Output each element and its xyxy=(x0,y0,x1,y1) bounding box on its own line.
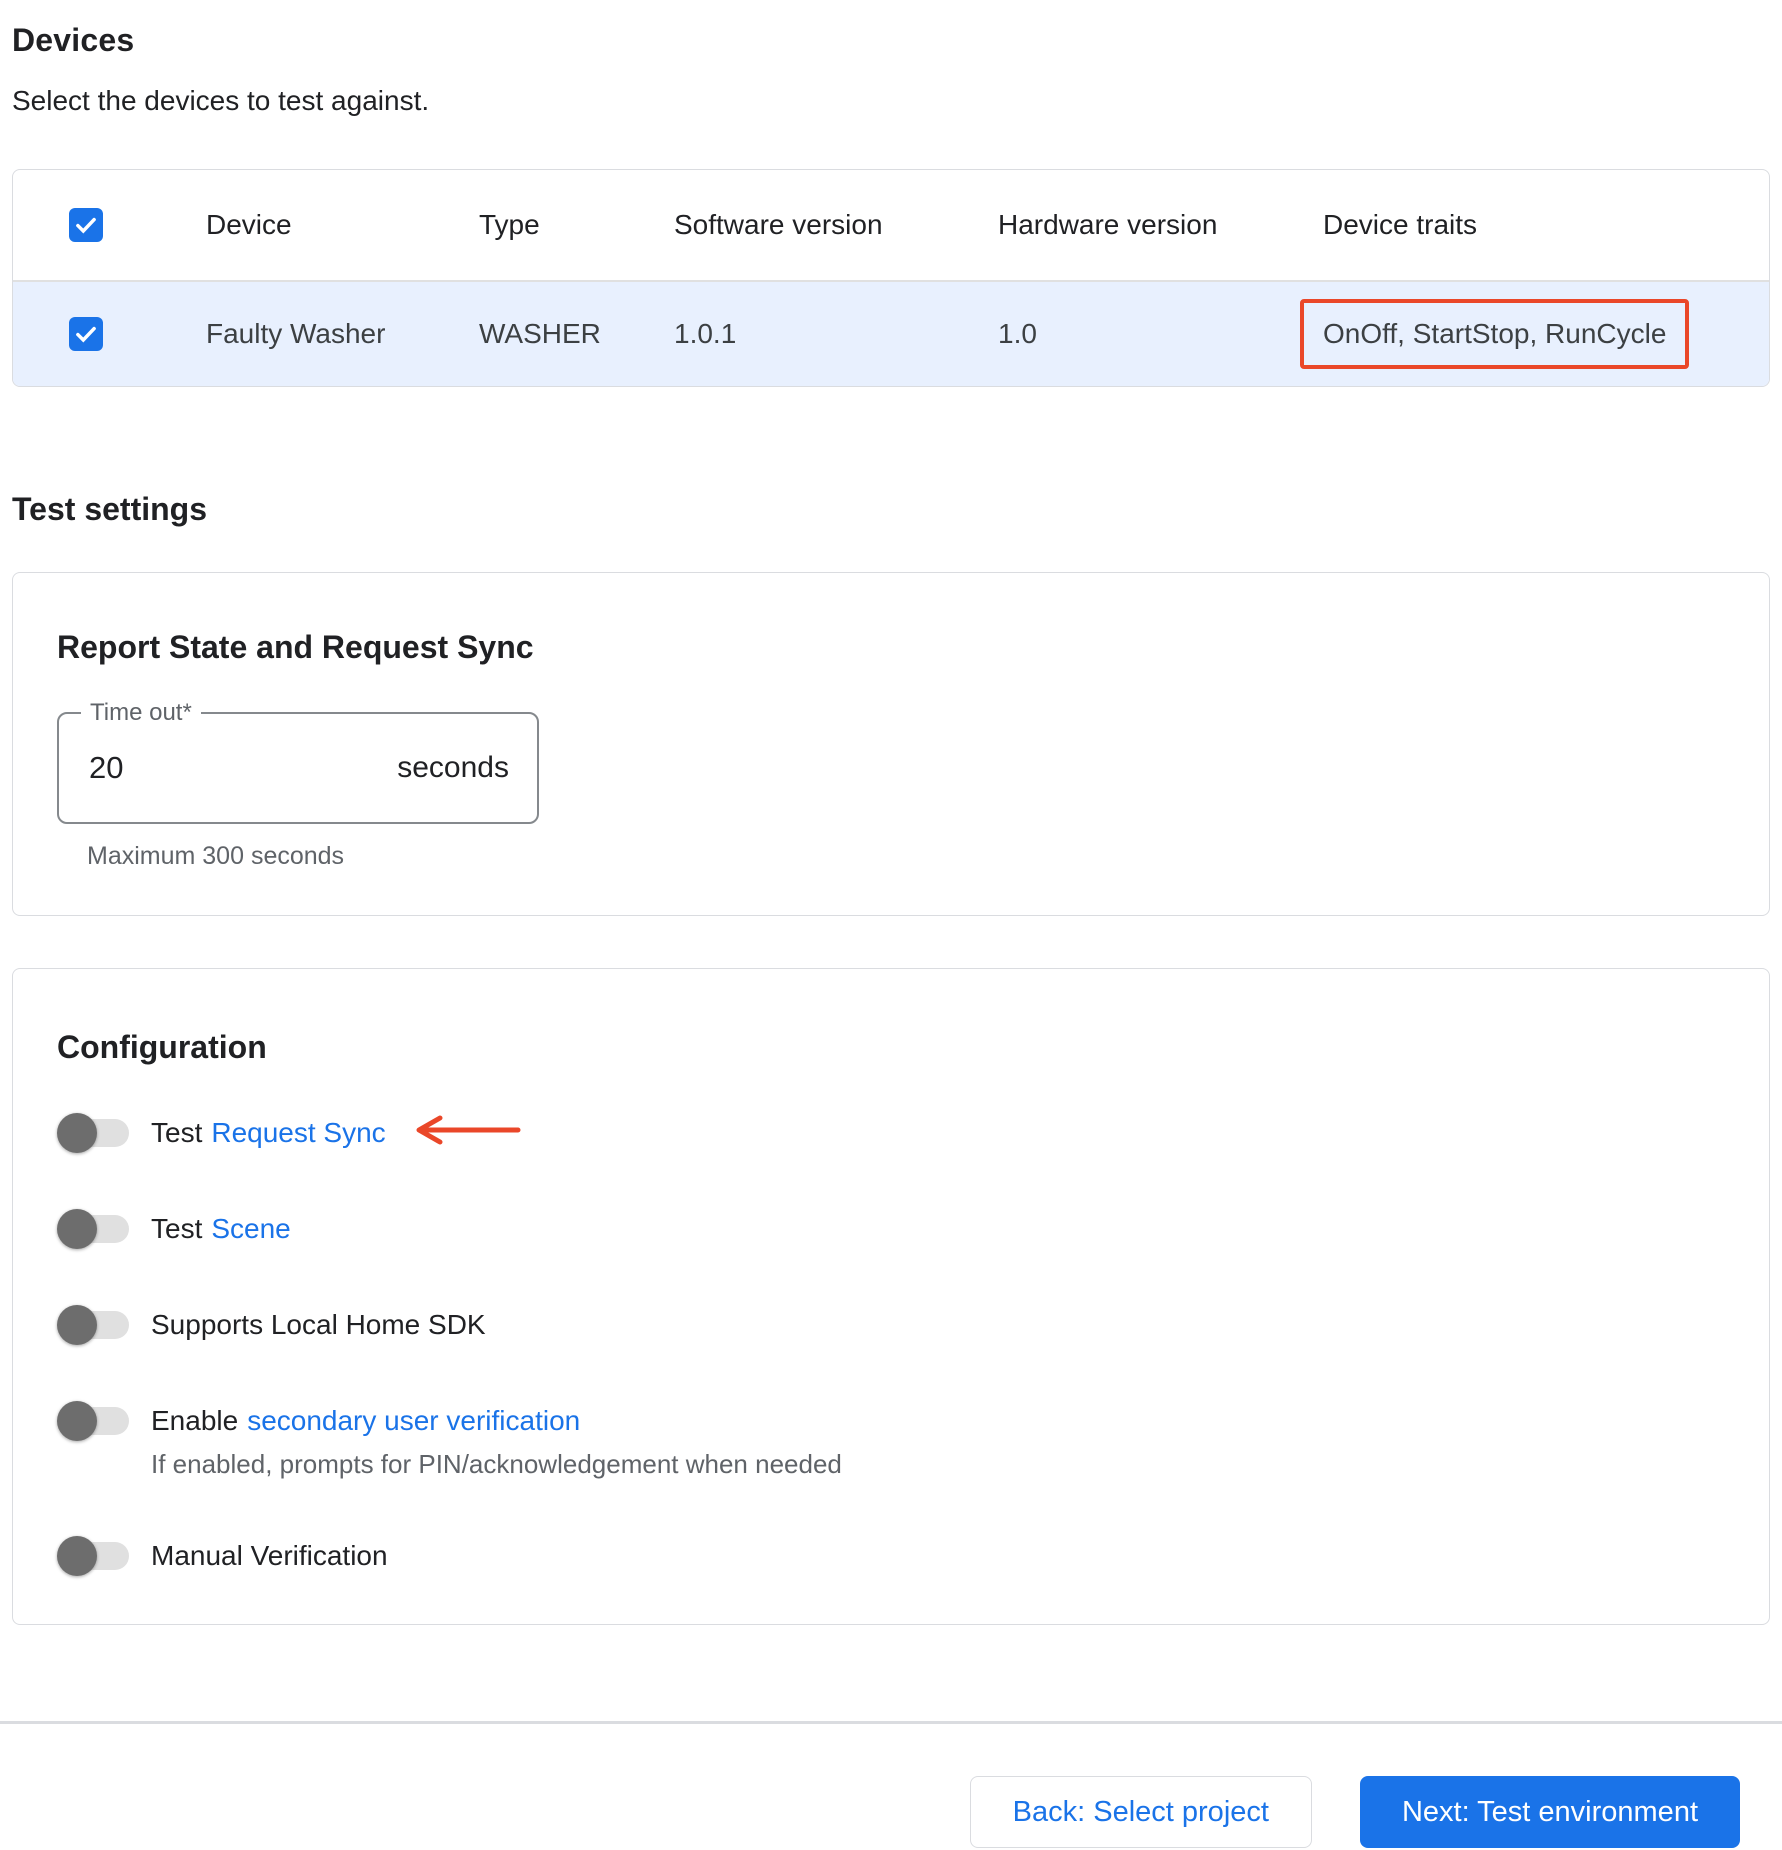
toggle-label: Test Request Sync xyxy=(151,1116,386,1149)
device-name-cell: Faulty Washer xyxy=(206,318,386,349)
toggle-row-local-home-sdk: Supports Local Home SDK xyxy=(57,1305,1725,1345)
devices-table-header-row: Device Type Software version Hardware ve… xyxy=(13,170,1769,282)
column-header-device-traits: Device traits xyxy=(1323,209,1478,240)
toggle-secondary-user-verification[interactable] xyxy=(57,1401,131,1441)
secondary-user-verification-link[interactable]: secondary user verification xyxy=(247,1405,580,1437)
request-sync-link[interactable]: Request Sync xyxy=(211,1117,385,1149)
toggle-label: Manual Verification xyxy=(151,1540,388,1571)
toggle-row-manual-verification: Manual Verification xyxy=(57,1536,1725,1576)
select-all-checkbox[interactable] xyxy=(69,208,103,242)
toggle-block-secondary-verification: Enable secondary user verification If en… xyxy=(57,1401,1725,1480)
timeout-field-label: Time out* xyxy=(81,699,201,727)
scene-link[interactable]: Scene xyxy=(211,1213,290,1245)
check-icon xyxy=(73,321,99,347)
timeout-unit: seconds xyxy=(397,751,509,784)
configuration-card-title: Configuration xyxy=(57,1029,267,1065)
check-icon xyxy=(73,212,99,238)
column-header-software-version: Software version xyxy=(674,209,883,240)
report-state-card-title: Report State and Request Sync xyxy=(57,629,534,665)
column-header-type: Type xyxy=(479,209,540,240)
row-checkbox-cell xyxy=(13,317,206,351)
report-state-card: Report State and Request Sync Time out* … xyxy=(12,572,1770,916)
device-traits-cell: OnOff, StartStop, RunCycle xyxy=(1300,299,1769,369)
wizard-footer: Back: Select project Next: Test environm… xyxy=(12,1776,1740,1848)
hardware-version-cell: 1.0 xyxy=(998,318,1037,349)
software-version-cell: 1.0.1 xyxy=(674,318,737,349)
timeout-helper-text: Maximum 300 seconds xyxy=(87,842,345,870)
timeout-input[interactable] xyxy=(87,749,287,787)
test-suite-settings-page: Devices Select the devices to test again… xyxy=(0,0,1782,1848)
toggle-supports-local-home-sdk[interactable] xyxy=(57,1305,131,1345)
toggle-label: Test Scene xyxy=(151,1213,291,1245)
toggle-label: Supports Local Home SDK xyxy=(151,1309,486,1340)
annotation-highlight-box: OnOff, StartStop, RunCycle xyxy=(1300,299,1690,369)
secondary-verification-description: If enabled, prompts for PIN/acknowledgem… xyxy=(151,1449,842,1479)
devices-table: Device Type Software version Hardware ve… xyxy=(12,169,1770,387)
toggle-thumb xyxy=(57,1536,97,1576)
toggle-test-scene[interactable] xyxy=(57,1209,131,1249)
toggle-manual-verification[interactable] xyxy=(57,1536,131,1576)
page-subtitle: Select the devices to test against. xyxy=(12,85,430,116)
configuration-card: Configuration Test Request Sync Test Sce… xyxy=(12,968,1770,1625)
test-settings-heading: Test settings xyxy=(12,491,207,527)
toggle-row-test-scene: Test Scene xyxy=(57,1209,1725,1249)
left-arrow-annotation-icon xyxy=(412,1112,524,1153)
timeout-field: Time out* seconds xyxy=(57,699,539,824)
toggle-thumb xyxy=(57,1112,97,1153)
page-title: Devices xyxy=(12,22,135,58)
device-traits-value: OnOff, StartStop, RunCycle xyxy=(1323,318,1667,349)
device-row-checkbox[interactable] xyxy=(69,317,103,351)
toggle-row-secondary-verification: Enable secondary user verification xyxy=(57,1401,1725,1441)
column-header-device: Device xyxy=(206,209,292,240)
device-type-cell: WASHER xyxy=(479,318,601,349)
toggle-label: Enable secondary user verification xyxy=(151,1405,581,1437)
header-checkbox-cell xyxy=(13,208,206,242)
back-select-project-button[interactable]: Back: Select project xyxy=(969,1776,1312,1848)
device-table-row: Faulty Washer WASHER 1.0.1 1.0 OnOff, St… xyxy=(13,282,1769,386)
column-header-hardware-version: Hardware version xyxy=(998,209,1218,240)
next-test-environment-button[interactable]: Next: Test environment xyxy=(1359,1776,1740,1848)
toggle-thumb xyxy=(57,1209,97,1249)
toggle-test-request-sync[interactable] xyxy=(57,1112,131,1153)
toggle-thumb xyxy=(57,1305,97,1345)
toggle-row-test-request-sync: Test Request Sync xyxy=(57,1112,1725,1153)
footer-divider xyxy=(0,1721,1782,1724)
toggle-thumb xyxy=(57,1401,97,1441)
